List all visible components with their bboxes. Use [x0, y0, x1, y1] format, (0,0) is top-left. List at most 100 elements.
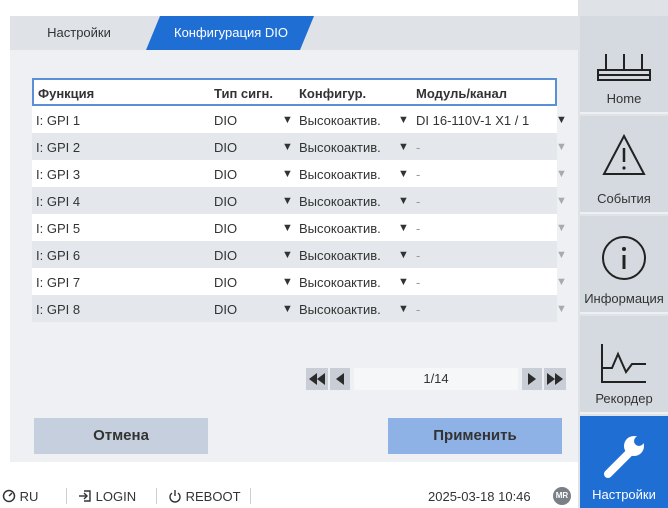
table-row: I: GPI 2 DIO ▼ Высокоактив. ▼ - ▼ [32, 133, 567, 160]
chevron-down-icon[interactable]: ▼ [398, 249, 409, 261]
function-cell: I: GPI 1 [36, 113, 81, 128]
module-select[interactable]: - [416, 248, 420, 263]
chevron-down-icon[interactable]: ▼ [398, 222, 409, 234]
chevron-down-icon[interactable]: ▼ [556, 168, 567, 180]
side-nav: Home События Информация Рекордер Настрой… [578, 0, 668, 508]
nav-home-label: Home [606, 91, 642, 106]
signal-type-select[interactable]: DIO [214, 302, 237, 317]
config-select[interactable]: Высокоактив. [299, 140, 381, 155]
module-select[interactable]: - [416, 275, 420, 290]
signal-type-select[interactable]: DIO [214, 194, 237, 209]
first-page-icon[interactable] [306, 368, 328, 390]
chevron-down-icon[interactable]: ▼ [282, 303, 293, 315]
config-select[interactable]: Высокоактив. [299, 275, 381, 290]
login-label: LOGIN [95, 489, 137, 504]
login-button[interactable]: LOGIN [78, 489, 136, 504]
module-select[interactable]: - [416, 140, 420, 155]
globe-icon [2, 489, 16, 503]
datetime: 2025-03-18 10:46 [428, 489, 531, 504]
chevron-down-icon[interactable]: ▼ [398, 141, 409, 153]
table-row: I: GPI 8 DIO ▼ Высокоактив. ▼ - ▼ [32, 295, 567, 322]
module-select[interactable]: - [416, 302, 420, 317]
tab-settings[interactable]: Настройки [10, 16, 158, 50]
tab-dio-config[interactable]: Конфигурация DIO [146, 16, 314, 50]
chevron-down-icon[interactable]: ▼ [556, 276, 567, 288]
table-header: Функция Тип сигн. Конфигур. Модуль/канал [32, 78, 557, 106]
login-icon [79, 490, 91, 502]
nav-settings-label: Настройки [592, 487, 656, 502]
language-selector[interactable]: RU [2, 489, 38, 504]
tab-bar: Настройки Конфигурация DIO [10, 16, 578, 50]
config-select[interactable]: Высокоактив. [299, 221, 381, 236]
header-function: Функция [38, 86, 95, 101]
chevron-down-icon[interactable]: ▼ [398, 168, 409, 180]
chevron-down-icon[interactable]: ▼ [282, 141, 293, 153]
signal-type-select[interactable]: DIO [214, 113, 237, 128]
config-select[interactable]: Высокоактив. [299, 302, 381, 317]
table-row: I: GPI 7 DIO ▼ Высокоактив. ▼ - ▼ [32, 268, 567, 295]
nav-settings[interactable]: Настройки [580, 416, 668, 508]
nav-recorder-label: Рекордер [595, 391, 653, 406]
divider [250, 488, 251, 504]
signal-type-select[interactable]: DIO [214, 140, 237, 155]
nav-events[interactable]: События [580, 116, 668, 214]
header-config: Конфигур. [299, 86, 367, 101]
prev-page-icon[interactable] [330, 368, 350, 390]
chevron-down-icon[interactable]: ▼ [282, 195, 293, 207]
apply-button[interactable]: Применить [388, 418, 562, 454]
nav-info[interactable]: Информация [580, 216, 668, 314]
chevron-down-icon[interactable]: ▼ [556, 141, 567, 153]
chevron-down-icon[interactable]: ▼ [556, 195, 567, 207]
signal-type-select[interactable]: DIO [214, 167, 237, 182]
next-page-icon[interactable] [522, 368, 542, 390]
module-select[interactable]: - [416, 167, 420, 182]
page-indicator: 1/14 [354, 368, 518, 390]
reboot-button[interactable]: REBOOT [168, 489, 241, 504]
content-area: Функция Тип сигн. Конфигур. Модуль/канал… [10, 50, 578, 462]
chevron-down-icon[interactable]: ▼ [282, 276, 293, 288]
reboot-label: REBOOT [185, 489, 241, 504]
chevron-down-icon[interactable]: ▼ [282, 168, 293, 180]
chevron-down-icon[interactable]: ▼ [556, 249, 567, 261]
cancel-button[interactable]: Отмена [34, 418, 208, 454]
nav-home[interactable]: Home [580, 16, 668, 114]
dio-config-table: Функция Тип сигн. Конфигур. Модуль/канал… [32, 78, 567, 322]
chevron-down-icon[interactable]: ▼ [398, 114, 409, 126]
table-row: I: GPI 5 DIO ▼ Высокоактив. ▼ - ▼ [32, 214, 567, 241]
chevron-down-icon[interactable]: ▼ [282, 222, 293, 234]
config-select[interactable]: Высокоактив. [299, 167, 381, 182]
mr-logo: MR [553, 487, 571, 505]
module-select[interactable]: - [416, 194, 420, 209]
chevron-down-icon[interactable]: ▼ [556, 222, 567, 234]
function-cell: I: GPI 2 [36, 140, 81, 155]
chevron-down-icon[interactable]: ▼ [398, 303, 409, 315]
nav-recorder[interactable]: Рекордер [580, 316, 668, 414]
chevron-down-icon[interactable]: ▼ [398, 195, 409, 207]
signal-type-select[interactable]: DIO [214, 275, 237, 290]
signal-type-select[interactable]: DIO [214, 221, 237, 236]
table-row: I: GPI 3 DIO ▼ Высокоактив. ▼ - ▼ [32, 160, 567, 187]
function-cell: I: GPI 5 [36, 221, 81, 236]
table-row: I: GPI 1 DIO ▼ Высокоактив. ▼ DI 16-110V… [32, 106, 567, 133]
header-module: Модуль/канал [416, 86, 508, 101]
last-page-icon[interactable] [544, 368, 566, 390]
chevron-down-icon[interactable]: ▼ [398, 276, 409, 288]
module-select[interactable]: - [416, 221, 420, 236]
config-select[interactable]: Высокоактив. [299, 194, 381, 209]
table-row: I: GPI 6 DIO ▼ Высокоактив. ▼ - ▼ [32, 241, 567, 268]
function-cell: I: GPI 7 [36, 275, 81, 290]
chevron-down-icon[interactable]: ▼ [282, 249, 293, 261]
function-cell: I: GPI 3 [36, 167, 81, 182]
divider [156, 488, 157, 504]
config-select[interactable]: Высокоактив. [299, 113, 381, 128]
status-bar: RU LOGIN REBOOT 2025-03-18 10:46 MR [0, 486, 578, 508]
chevron-down-icon[interactable]: ▼ [556, 303, 567, 315]
signal-type-select[interactable]: DIO [214, 248, 237, 263]
chevron-down-icon[interactable]: ▼ [282, 114, 293, 126]
tab-dio-config-label: Конфигурация DIO [174, 25, 288, 40]
chevron-down-icon[interactable]: ▼ [556, 114, 567, 126]
config-select[interactable]: Высокоактив. [299, 248, 381, 263]
function-cell: I: GPI 8 [36, 302, 81, 317]
table-row: I: GPI 4 DIO ▼ Высокоактив. ▼ - ▼ [32, 187, 567, 214]
module-select[interactable]: DI 16-110V-1 X1 / 1 [416, 113, 529, 128]
